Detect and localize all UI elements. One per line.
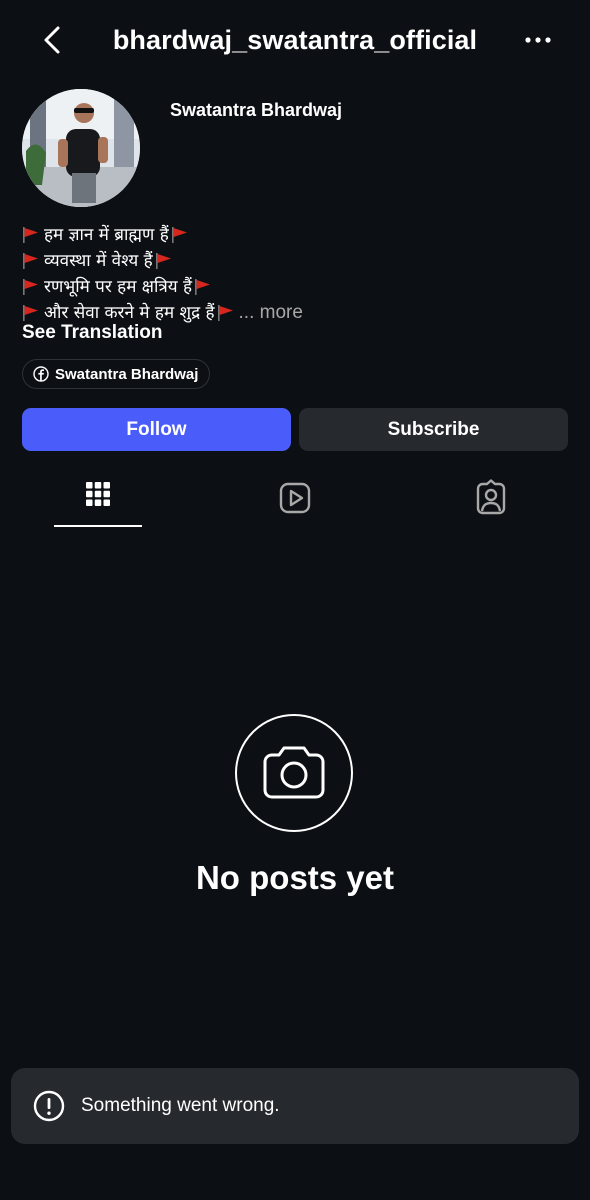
empty-state-camera: [235, 714, 353, 832]
follow-button[interactable]: Follow: [22, 408, 291, 451]
grid-icon: [86, 482, 110, 506]
see-translation-link[interactable]: See Translation: [22, 320, 162, 346]
exclamation-icon: [33, 1090, 65, 1122]
subscribe-button[interactable]: Subscribe: [299, 408, 568, 451]
avatar-photo: [22, 89, 140, 207]
bio-line: व्यवस्था में वेश्य हैं: [22, 248, 442, 274]
tab-tagged[interactable]: [393, 478, 589, 528]
more-options-button[interactable]: [518, 20, 558, 60]
tab-reels[interactable]: [197, 478, 393, 528]
red-flag-icon: [171, 227, 187, 243]
profile-bio: हम ज्ञान में ब्राह्मण हैं व्यवस्था में व…: [22, 222, 442, 326]
red-flag-icon: [23, 253, 38, 269]
facebook-link-label: Swatantra Bhardwaj: [55, 365, 199, 383]
bio-line: हम ज्ञान में ब्राह्मण हैं: [22, 222, 442, 248]
red-flag-icon: [155, 253, 171, 269]
bio-more-link[interactable]: ... more: [239, 300, 303, 326]
bio-line-text: हम ज्ञान में ब्राह्मण हैं: [44, 225, 169, 245]
tab-posts[interactable]: [0, 478, 196, 528]
tagged-icon: [476, 479, 506, 515]
empty-state-title: No posts yet: [195, 859, 395, 896]
red-flag-icon: [23, 279, 38, 295]
ellipsis-icon: [525, 37, 551, 43]
camera-icon: [263, 746, 325, 799]
bio-line: रणभूमि पर हम क्षत्रिय हैं: [22, 274, 442, 300]
profile-avatar[interactable]: [22, 89, 140, 207]
reels-icon: [279, 482, 311, 514]
red-flag-icon: [23, 227, 38, 243]
profile-username: bhardwaj_swatantra_official: [112, 25, 478, 55]
bio-line-text: रणभूमि पर हम क्षत्रिय हैं: [44, 277, 193, 297]
toast-message: Something went wrong.: [81, 1095, 280, 1116]
facebook-link-chip[interactable]: Swatantra Bhardwaj: [22, 359, 211, 389]
facebook-icon: [33, 366, 49, 382]
profile-display-name: Swatantra Bhardwaj: [170, 100, 343, 120]
red-flag-icon: [195, 279, 211, 295]
bio-line-text: व्यवस्था में वेश्य हैं: [44, 251, 153, 271]
error-toast: Something went wrong.: [11, 1068, 579, 1144]
tab-selected-indicator: [54, 525, 142, 527]
red-flag-icon: [217, 305, 233, 321]
